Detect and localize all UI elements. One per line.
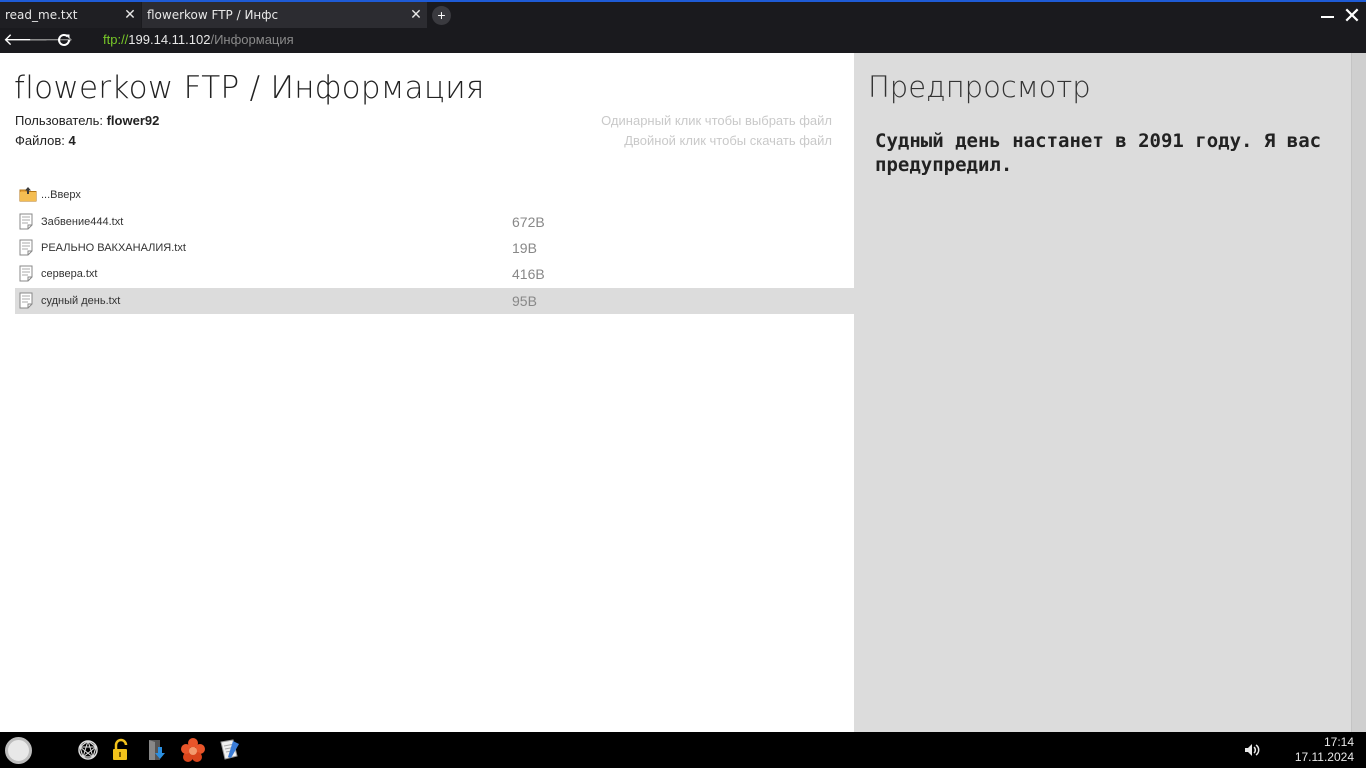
text-file-icon — [19, 213, 35, 231]
preview-title: Предпросмотр — [868, 70, 1091, 104]
text-file-icon — [19, 292, 35, 310]
preview-content: Судный день настанет в 2091 году. Я вас … — [875, 130, 1322, 176]
text-editor-icon[interactable] — [217, 738, 241, 762]
volume-icon[interactable] — [1244, 742, 1260, 758]
file-size: 19B — [512, 239, 537, 256]
folder-up-icon — [19, 186, 37, 204]
new-tab-button[interactable]: + — [432, 6, 451, 25]
download-icon[interactable] — [145, 738, 169, 762]
address-host: 199.14.11.102 — [128, 32, 211, 47]
flower-app-icon[interactable] — [181, 738, 205, 762]
window-close-icon[interactable]: ✕ — [1341, 5, 1363, 27]
network-icon[interactable] — [76, 738, 100, 762]
system-clock[interactable]: 17:14 17.11.2024 — [1282, 735, 1354, 765]
tab-read-me[interactable]: read_me.txt ✕ — [0, 2, 141, 28]
address-bar[interactable]: ftp://199.14.11.102/Информация — [103, 32, 294, 47]
lock-icon[interactable] — [109, 738, 133, 762]
list-item-up[interactable]: ...Вверх — [15, 182, 854, 208]
tab-ftp[interactable]: flowerkow FTP / Инфс ✕ — [142, 2, 427, 28]
file-name: судный день.txt — [41, 294, 121, 307]
tab-label: read_me.txt — [5, 8, 78, 22]
forward-arrow-icon[interactable]: 🡒 — [28, 30, 74, 50]
tab-close-icon[interactable]: ✕ — [119, 7, 141, 23]
file-browser-pane: flowerkow FTP / Информация Пользователь:… — [0, 53, 854, 732]
user-label: Пользователь: — [15, 113, 107, 128]
list-item[interactable]: сервера.txt 416B — [15, 261, 854, 287]
clock-time: 17:14 — [1323, 735, 1354, 749]
file-name: РЕАЛЬНО ВАКХАНАЛИЯ.txt — [41, 241, 186, 254]
clock-date: 17.11.2024 — [1294, 750, 1354, 764]
back-arrow-icon[interactable]: 🡐 — [3, 30, 49, 50]
user-value: flower92 — [106, 113, 160, 128]
taskbar: 17:14 17.11.2024 — [0, 732, 1366, 768]
navigation-bar: 🡐 🡒 ftp://199.14.11.102/Информация — [0, 28, 1366, 53]
file-size: 95B — [512, 292, 537, 309]
scrollbar[interactable] — [1351, 53, 1366, 732]
minimize-icon[interactable] — [1320, 6, 1334, 24]
file-list: ...Вверх Забвение444.txt 672B РЕАЛЬНО ВА… — [15, 182, 854, 314]
tab-bar: read_me.txt ✕ flowerkow FTP / Инфс ✕ + ✕ — [0, 2, 1366, 28]
address-scheme: ftp:// — [103, 32, 129, 47]
file-name: ...Вверх — [41, 189, 81, 202]
file-name: Забвение444.txt — [41, 215, 124, 228]
tab-close-icon[interactable]: ✕ — [405, 7, 427, 23]
hint-double-click: Двойной клик чтобы скачать файл — [624, 133, 832, 148]
preview-pane: Предпросмотр Судный день настанет в 2091… — [854, 53, 1351, 732]
file-size: 672B — [512, 213, 545, 230]
reload-icon[interactable] — [54, 30, 74, 50]
address-path: /Информация — [210, 32, 294, 47]
list-item-selected[interactable]: судный день.txt 95B — [15, 287, 854, 314]
text-file-icon — [19, 239, 35, 257]
file-size: 416B — [512, 266, 545, 283]
start-menu-button[interactable] — [5, 737, 32, 764]
page-title: flowerkow FTP / Информация — [14, 70, 485, 106]
files-value: 4 — [68, 133, 76, 148]
list-item[interactable]: Забвение444.txt 672B — [15, 208, 854, 234]
user-info: Пользователь: flower92 — [15, 113, 159, 128]
files-label: Файлов: — [15, 133, 69, 148]
tab-label: flowerkow FTP / Инфс — [147, 8, 279, 22]
list-item[interactable]: РЕАЛЬНО ВАКХАНАЛИЯ.txt 19B — [15, 235, 854, 261]
file-name: сервера.txt — [41, 268, 98, 281]
hint-single-click: Одинарный клик чтобы выбрать файл — [601, 113, 832, 128]
files-count-info: Файлов: 4 — [15, 133, 76, 148]
text-file-icon — [19, 265, 35, 283]
